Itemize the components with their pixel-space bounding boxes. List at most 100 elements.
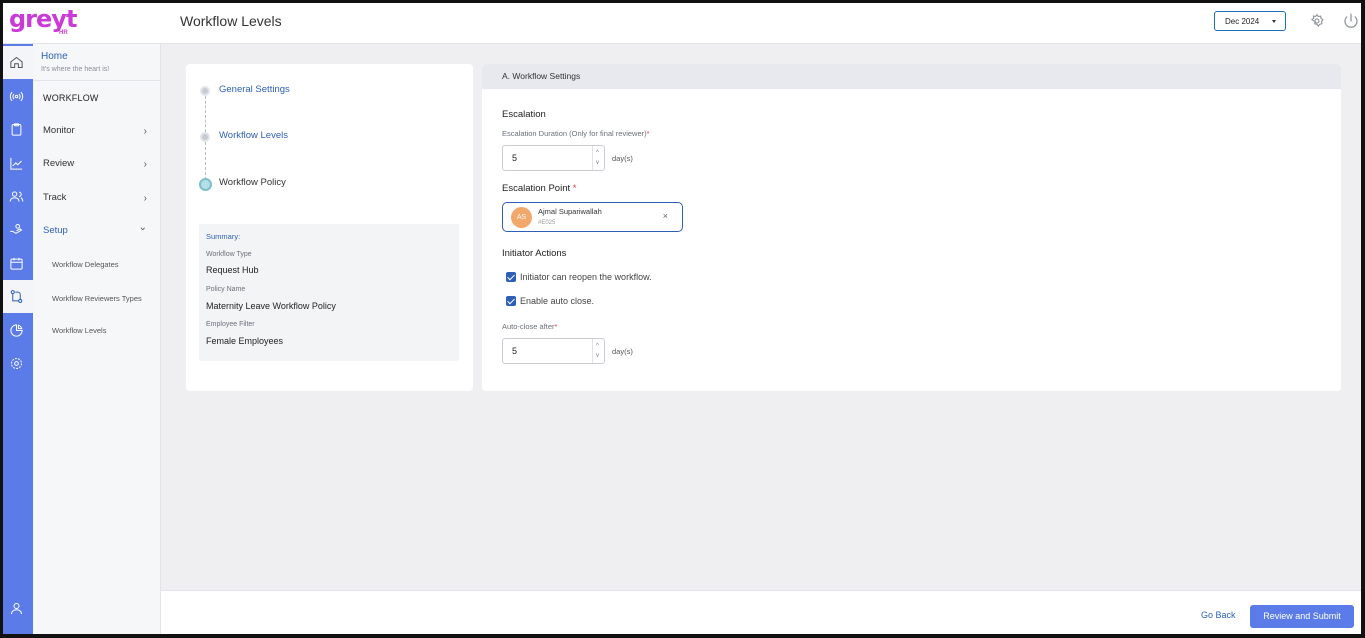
number-stepper[interactable]: ^ v [592, 146, 604, 170]
rail-people[interactable] [0, 180, 33, 213]
step-connector [205, 142, 206, 180]
pie-chart-icon [10, 324, 23, 337]
escalation-point-select[interactable]: AS Ajmal Supariwallah #E025 × [502, 202, 683, 232]
duration-unit: day(s) [612, 154, 633, 163]
employee-filter-value: Female Employees [206, 336, 284, 346]
nav-item-label: Setup [43, 225, 68, 236]
step-label: General Settings [219, 84, 290, 95]
chevron-right-icon: › [143, 193, 147, 204]
calendar-icon [10, 257, 23, 270]
rail-profile[interactable] [0, 592, 33, 625]
step-dot [200, 132, 210, 142]
checkbox-label: Initiator can reopen the workflow. [520, 272, 652, 282]
workflow-icon [10, 290, 23, 303]
nav-sub-workflow-delegates[interactable]: Workflow Delegates [52, 260, 119, 269]
chevron-right-icon: › [143, 159, 147, 170]
rail-payroll[interactable] [0, 213, 33, 246]
step-dot [200, 86, 210, 96]
reviewer-id: #E025 [538, 220, 556, 226]
workflow-type-label: Workflow Type [206, 251, 252, 258]
spin-down-icon[interactable]: v [596, 160, 599, 166]
summary-panel: Summary: Workflow Type Request Hub Polic… [199, 224, 459, 361]
initiator-actions-title: Initiator Actions [502, 248, 567, 259]
wizard-steps-card: General Settings Workflow Levels Workflo… [186, 64, 473, 391]
input-value: 5 [512, 153, 518, 163]
rail-home[interactable] [0, 46, 33, 79]
auto-close-label: Auto-close after* [502, 322, 557, 331]
avatar: AS [511, 207, 532, 228]
nav-item-setup[interactable]: Setup ⌄ [43, 222, 153, 236]
logo-sub: HR [59, 30, 68, 36]
nav-item-review[interactable]: Review › [43, 158, 153, 170]
employee-filter-label: Employee Filter [206, 321, 255, 328]
rail-analytics[interactable] [0, 314, 33, 347]
chevron-right-icon: › [143, 126, 147, 137]
caret-down-icon [1272, 20, 1276, 23]
label-text: Escalation Duration (Only for final revi… [502, 129, 647, 138]
nav-item-label: Review [43, 158, 75, 169]
nav-sub-workflow-levels[interactable]: Workflow Levels [52, 326, 106, 335]
nav-item-label: Monitor [43, 125, 75, 136]
rail-settings[interactable] [0, 347, 33, 380]
broadcast-icon [9, 91, 24, 102]
number-stepper[interactable]: ^ v [592, 339, 604, 363]
settings-header-title: A. Workflow Settings [502, 71, 581, 81]
policy-name-value: Maternity Leave Workflow Policy [206, 301, 336, 311]
step-label: Workflow Policy [219, 177, 286, 188]
rail-workflow-monitor[interactable] [0, 80, 33, 113]
nav-sub-workflow-reviewers-types[interactable]: Workflow Reviewers Types [52, 294, 142, 303]
gear-icon[interactable] [1309, 13, 1325, 29]
close-icon[interactable]: × [663, 211, 668, 221]
reopen-checkbox[interactable] [506, 272, 516, 282]
checkbox-label: Enable auto close. [520, 296, 595, 306]
workflow-subnav: Home It's where the heart is! WORKFLOW M… [33, 44, 161, 638]
input-value: 5 [512, 346, 518, 356]
rail-reports[interactable] [0, 147, 33, 180]
rail-workflow[interactable] [0, 280, 33, 313]
step-connector [205, 96, 206, 132]
go-back-link[interactable]: Go Back [1201, 610, 1236, 620]
auto-close-checkbox[interactable] [506, 296, 516, 306]
nav-item-track[interactable]: Track › [43, 192, 153, 204]
users-icon [9, 191, 24, 202]
label-text: Escalation Point [502, 183, 571, 194]
home-icon [10, 56, 23, 68]
nav-item-monitor[interactable]: Monitor › [43, 125, 153, 137]
escalation-duration-input[interactable]: 5 ^ v [502, 145, 605, 171]
summary-title: Summary: [206, 232, 241, 241]
step-dot-current [199, 178, 212, 191]
icon-rail [0, 44, 33, 638]
top-header: greyt HR Workflow Levels Dec 2024 [0, 0, 1365, 44]
period-select[interactable]: Dec 2024 [1214, 11, 1286, 31]
policy-name-label: Policy Name [206, 286, 246, 293]
escalation-point-label: Escalation Point * [502, 183, 576, 194]
spin-up-icon[interactable]: ^ [596, 150, 599, 156]
spin-up-icon[interactable]: ^ [596, 343, 599, 349]
page-title: Workflow Levels [180, 13, 282, 29]
reviewer-name: Ajmal Supariwallah [538, 207, 602, 216]
spin-down-icon[interactable]: v [596, 353, 599, 359]
auto-close-input[interactable]: 5 ^ v [502, 338, 605, 364]
escalation-title: Escalation [502, 109, 546, 120]
home-title: Home [41, 51, 68, 62]
footer-bar: Go Back Review and Submit [161, 590, 1365, 638]
home-subtitle: It's where the heart is! [41, 66, 110, 73]
greythr-logo[interactable]: greyt HR [9, 3, 79, 39]
chevron-down-icon: ⌄ [138, 222, 147, 233]
nav-item-label: Track [43, 192, 67, 203]
required-mark: * [646, 129, 650, 138]
power-icon[interactable] [1342, 12, 1360, 30]
hand-icon [10, 224, 23, 234]
rail-calendar[interactable] [0, 247, 33, 280]
step-label: Workflow Levels [219, 130, 288, 141]
rail-clipboard[interactable] [0, 113, 33, 146]
review-submit-button[interactable]: Review and Submit [1250, 605, 1354, 628]
workflow-settings-card: A. Workflow Settings Escalation Escalati… [482, 64, 1341, 391]
settings-header: A. Workflow Settings [482, 64, 1341, 89]
logo-text: greyt [9, 5, 77, 33]
required-mark: * [572, 183, 577, 194]
clipboard-icon [11, 123, 22, 136]
label-text: Auto-close after [502, 322, 555, 331]
home-link[interactable]: Home It's where the heart is! [33, 44, 160, 81]
required-mark: * [554, 322, 558, 331]
